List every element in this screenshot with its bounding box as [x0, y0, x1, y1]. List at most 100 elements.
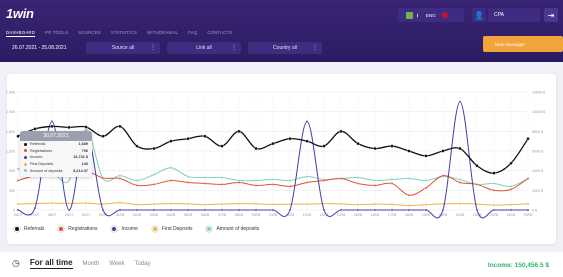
data-point	[424, 154, 428, 158]
data-point	[288, 137, 292, 141]
income-dot-icon	[111, 226, 118, 232]
data-point	[101, 208, 105, 212]
y2-tick-label: 0 $	[532, 209, 537, 213]
data-point	[305, 181, 309, 184]
y-tick-label: 2,000	[6, 110, 15, 114]
data-point	[254, 202, 258, 206]
data-point	[169, 208, 173, 212]
income-dot-icon	[24, 155, 27, 159]
amount-deposits-dot-icon	[24, 169, 27, 173]
data-point	[135, 208, 139, 212]
data-point	[135, 184, 139, 187]
tooltip-date: 30.07.2021	[20, 131, 92, 141]
data-point	[288, 185, 292, 188]
data-point	[356, 182, 360, 185]
data-point	[475, 164, 479, 168]
data-point	[492, 208, 496, 212]
data-point	[67, 179, 71, 182]
data-point	[237, 208, 241, 212]
legend-registrations[interactable]: Registrations	[58, 226, 97, 232]
data-point	[271, 208, 275, 212]
tab-month[interactable]: Month	[83, 261, 100, 267]
data-point	[186, 181, 190, 184]
x-tick-label: 19/08	[422, 213, 431, 217]
data-point	[186, 137, 190, 141]
data-point	[509, 188, 513, 191]
data-point	[322, 144, 326, 148]
data-point	[67, 125, 71, 130]
data-point	[322, 179, 326, 182]
data-point	[424, 186, 428, 190]
x-tick-label: 28/07	[48, 213, 57, 217]
data-point	[254, 208, 258, 212]
data-point	[373, 184, 377, 187]
data-point	[356, 141, 360, 146]
x-tick-label: 01/08	[116, 213, 125, 217]
data-point	[356, 176, 360, 179]
data-point	[50, 124, 54, 129]
referrals-dot-icon	[24, 142, 27, 146]
data-point	[152, 202, 156, 206]
data-point	[492, 171, 496, 175]
data-point	[118, 208, 122, 212]
data-point	[84, 125, 88, 129]
data-point	[322, 208, 326, 212]
first-deposits-dot-icon	[151, 226, 158, 232]
data-point	[475, 183, 479, 186]
data-point	[203, 182, 207, 185]
y2-tick-label: 6000 $	[532, 150, 543, 154]
y2-tick-label: 10000 $	[532, 110, 545, 114]
data-point	[169, 166, 173, 169]
x-tick-label: 30/07	[82, 213, 91, 217]
data-point	[441, 208, 445, 212]
data-point	[458, 178, 462, 181]
data-point	[186, 202, 190, 206]
data-point	[339, 177, 343, 180]
legend-amount-deposits[interactable]: Amount of deposits	[206, 226, 259, 232]
data-point	[135, 203, 139, 206]
data-point	[509, 161, 513, 165]
x-tick-label: 06/08	[201, 213, 210, 217]
data-point	[356, 203, 360, 206]
data-point	[305, 139, 309, 143]
data-point	[390, 182, 394, 185]
x-tick-label: 08/08	[235, 213, 244, 217]
y-tick-label: 800	[9, 169, 15, 173]
data-point	[526, 208, 530, 212]
data-point	[152, 173, 156, 176]
data-point	[237, 181, 241, 184]
data-point	[186, 175, 190, 178]
x-tick-label: 04/08	[167, 213, 176, 217]
legend-income[interactable]: Income	[111, 226, 138, 232]
registrations-dot-icon	[24, 149, 27, 153]
data-point	[373, 202, 377, 206]
data-point	[271, 203, 275, 206]
data-point	[203, 208, 207, 212]
data-point	[254, 184, 258, 187]
data-point	[169, 202, 173, 205]
data-point	[458, 181, 462, 184]
tab-today[interactable]: Today	[134, 261, 150, 267]
data-point	[305, 202, 309, 206]
data-point	[492, 189, 496, 192]
data-point	[33, 127, 37, 131]
y-tick-label: 2,400	[6, 91, 15, 95]
first-deposits-dot-icon	[24, 162, 27, 166]
data-point	[509, 203, 513, 206]
data-point	[220, 176, 224, 179]
x-tick-label: 16/08	[371, 213, 380, 217]
data-point	[373, 179, 377, 182]
legend-referrals[interactable]: Referrals	[14, 226, 44, 232]
data-point	[50, 201, 54, 205]
legend-first-deposits[interactable]: First Deposits	[151, 226, 192, 232]
x-tick-label: 26/07	[14, 213, 23, 217]
data-point	[169, 139, 173, 143]
tab-week[interactable]: Week	[109, 261, 124, 267]
data-point	[288, 208, 292, 212]
data-point	[152, 183, 156, 186]
y-tick-label: 0	[13, 209, 15, 213]
data-point	[492, 203, 496, 207]
tab-all-time[interactable]: For all time	[29, 258, 73, 269]
data-point	[390, 203, 394, 206]
registrations-dot-icon	[58, 226, 65, 232]
